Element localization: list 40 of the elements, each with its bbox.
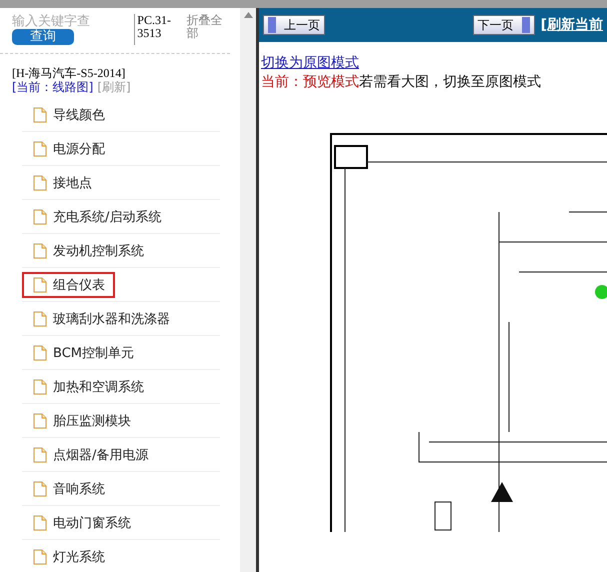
scroll-up-icon[interactable] [244,12,252,18]
document-icon [33,480,47,496]
document-icon [33,344,47,360]
original-mode-link[interactable]: 切换为原图模式 [261,54,607,73]
document-icon [33,378,47,394]
document-icon [33,140,47,156]
tree-item[interactable]: 电动门窗系统 [22,510,141,536]
manual-title: [H-海马汽车-S5-2014] [12,66,126,80]
tree-item[interactable]: 发动机控制系统 [22,238,154,264]
tree-item[interactable]: 充电系统/启动系统 [22,204,172,230]
next-page-button[interactable]: 下一页 [472,15,535,35]
document-icon [33,514,47,530]
document-icon [33,174,47,190]
document-icon [33,208,47,224]
document-icon [33,310,47,326]
tree-item[interactable]: 音响系统 [22,476,115,502]
previous-page-button[interactable]: 上一页 [263,15,325,35]
current-view-label: [当前：线路图] [12,80,94,94]
code-label: PC.31-3513 [134,14,181,45]
tree-item[interactable]: BCM控制单元 [22,340,144,366]
tree-item[interactable]: 灯光系统 [22,544,115,570]
tree-item[interactable]: 玻璃刮水器和洗涤器 [22,306,180,332]
document-icon [33,548,47,564]
mode-status: 当前：预览模式 [261,74,359,90]
tree-item[interactable]: 加热和空调系统 [22,374,154,400]
document-icon [33,276,47,292]
tree-item[interactable]: 组合仪表 [22,272,115,298]
document-icon [33,446,47,462]
search-button[interactable]: 查询 [12,29,74,45]
tree-item[interactable]: 接地点 [22,170,102,196]
document-icon [33,412,47,428]
refresh-page-link[interactable]: [刷新当前 [540,16,603,34]
document-icon [33,242,47,258]
tree-item[interactable]: 点烟器/备用电源 [22,442,158,468]
collapse-all-link[interactable]: 折叠全部 [186,14,230,45]
mode-hint: 若需看大图，切换至原图模式 [359,74,541,90]
tree-item[interactable]: 电源分配 [22,136,115,162]
tree-item[interactable]: 胎压监测模块 [22,408,141,434]
document-icon [33,106,47,122]
tree-item[interactable]: 导线颜色 [22,102,115,128]
